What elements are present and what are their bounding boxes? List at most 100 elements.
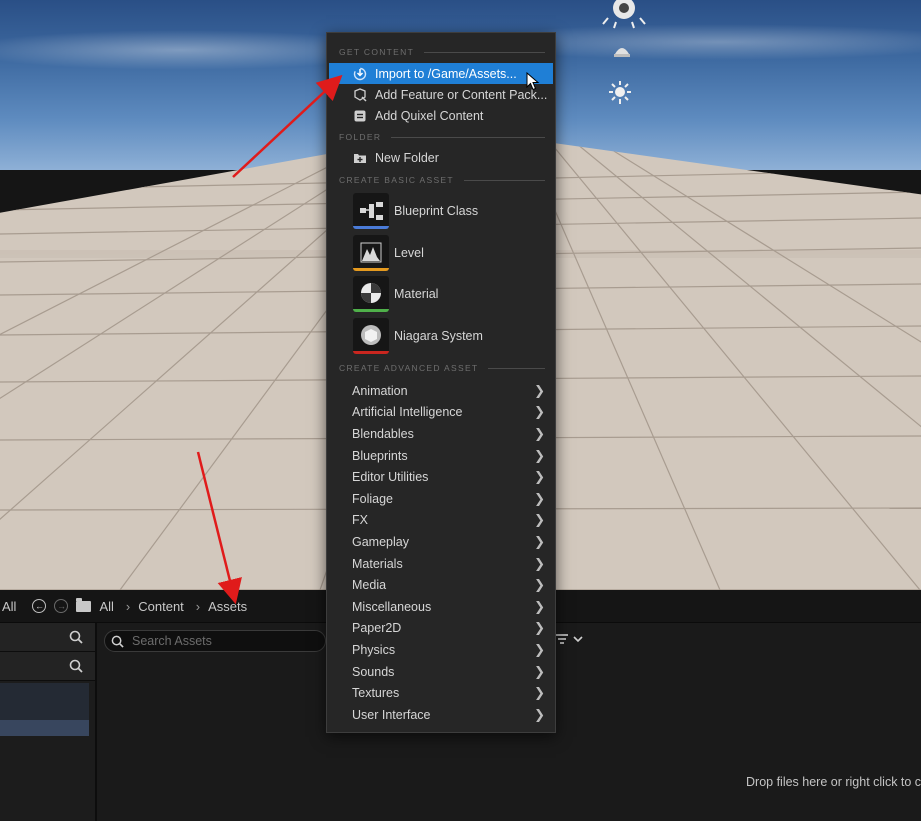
level-menu-item[interactable]: Level	[327, 233, 555, 273]
submenu-blueprints[interactable]: Blueprints ❯	[327, 445, 555, 467]
chevron-right-icon: ❯	[534, 533, 545, 549]
chevron-right-icon: ❯	[534, 685, 545, 701]
breadcrumb-content[interactable]: Content	[138, 599, 184, 614]
search-icon	[111, 635, 124, 648]
favorites-search-row[interactable]	[0, 623, 95, 652]
chevron-right-icon: ❯	[534, 641, 545, 657]
divider	[391, 136, 545, 138]
section-create-basic-asset-label: CREATE BASIC ASSET	[339, 175, 454, 185]
blueprint-class-icon	[353, 193, 389, 229]
niagara-system-menu-item[interactable]: Niagara System	[327, 316, 555, 356]
back-icon[interactable]: ←	[32, 599, 47, 613]
chevron-right-icon: ›	[125, 598, 131, 614]
chevron-right-icon: ❯	[534, 598, 545, 614]
filter-button[interactable]	[555, 633, 583, 645]
folder-icon[interactable]	[76, 597, 92, 612]
chevron-right-icon: ❯	[534, 447, 545, 463]
divider	[424, 51, 545, 53]
folders-search-row[interactable]	[0, 652, 95, 681]
search-assets-box[interactable]	[104, 630, 326, 652]
directional-light-icon[interactable]	[608, 80, 632, 111]
search-icon[interactable]	[69, 630, 83, 644]
submenu-materials[interactable]: Materials ❯	[327, 553, 555, 575]
submenu-label: Media	[352, 578, 387, 593]
folder-tree-item-selected[interactable]	[0, 720, 89, 736]
submenu-label: Blueprints	[352, 448, 408, 463]
submenu-label: Foliage	[352, 491, 393, 506]
submenu-label: Textures	[352, 686, 400, 701]
submenu-label: Editor Utilities	[352, 470, 429, 485]
sources-panel	[0, 623, 97, 821]
import-menu-item[interactable]: Import to /Game/Assets...	[329, 63, 553, 84]
add-quixel-menu-item[interactable]: Add Quixel Content	[327, 105, 555, 126]
new-folder-label: New Folder	[375, 150, 439, 165]
submenu-editor-utilities[interactable]: Editor Utilities ❯	[327, 466, 555, 488]
blueprint-class-menu-item[interactable]: Blueprint Class	[327, 191, 555, 231]
chevron-right-icon: ❯	[534, 663, 545, 679]
submenu-user-interface[interactable]: User Interface ❯	[327, 704, 555, 726]
search-assets-input[interactable]	[130, 633, 314, 649]
submenu-foliage[interactable]: Foliage ❯	[327, 488, 555, 510]
import-label: Import to /Game/Assets...	[375, 66, 517, 81]
level-label: Level	[394, 246, 424, 260]
submenu-label: Sounds	[352, 664, 395, 679]
filter-icon	[556, 634, 568, 644]
submenu-label: User Interface	[352, 707, 431, 722]
chevron-right-icon: ❯	[534, 706, 545, 722]
submenu-animation[interactable]: Animation ❯	[327, 380, 555, 402]
divider	[463, 179, 545, 181]
chevron-right-icon: ❯	[534, 620, 545, 636]
atmosphere-icon[interactable]	[612, 40, 632, 65]
feature-pack-icon	[353, 87, 367, 102]
submenu-media[interactable]: Media ❯	[327, 574, 555, 596]
submenu-textures[interactable]: Textures ❯	[327, 682, 555, 704]
submenu-label: Animation	[352, 383, 408, 398]
blueprint-class-label: Blueprint Class	[394, 204, 479, 218]
new-folder-menu-item[interactable]: New Folder	[327, 147, 555, 168]
folder-tree-item[interactable]	[0, 683, 89, 720]
chevron-right-icon: ❯	[534, 404, 545, 420]
submenu-label: Physics	[352, 642, 396, 657]
submenu-label: Gameplay	[352, 534, 409, 549]
chevron-down-icon	[573, 636, 583, 643]
submenu-sounds[interactable]: Sounds ❯	[327, 661, 555, 683]
quixel-icon	[353, 109, 367, 123]
chevron-right-icon: ❯	[534, 469, 545, 485]
section-create-advanced-asset-label: CREATE ADVANCED ASSET	[339, 363, 479, 373]
drop-hint: Drop files here or right click to c	[746, 775, 921, 789]
submenu-physics[interactable]: Physics ❯	[327, 639, 555, 661]
section-create-basic-asset: CREATE BASIC ASSET	[339, 173, 545, 187]
submenu-label: FX	[352, 513, 368, 528]
add-context-menu: GET CONTENT Import to /Game/Assets... Ad…	[326, 32, 556, 733]
section-get-content-label: GET CONTENT	[339, 47, 415, 57]
chevron-right-icon: ❯	[534, 512, 545, 528]
level-icon	[353, 235, 389, 271]
new-folder-icon	[353, 151, 367, 165]
submenu-fx[interactable]: FX ❯	[327, 510, 555, 532]
forward-icon[interactable]: →	[54, 599, 69, 613]
chevron-right-icon: ❯	[534, 382, 545, 398]
import-icon	[353, 67, 367, 81]
submenu-label: Miscellaneous	[352, 599, 432, 614]
chevron-right-icon: ❯	[534, 425, 545, 441]
submenu-miscellaneous[interactable]: Miscellaneous ❯	[327, 596, 555, 618]
add-feature-menu-item[interactable]: Add Feature or Content Pack...	[327, 84, 555, 105]
material-menu-item[interactable]: Material	[327, 274, 555, 314]
breadcrumb-assets[interactable]: Assets	[208, 599, 247, 614]
search-icon[interactable]	[69, 659, 83, 673]
material-label: Material	[394, 287, 439, 301]
section-folder-label: FOLDER	[339, 132, 382, 142]
sky-light-icon[interactable]	[600, 0, 648, 35]
submenu-artificial-intelligence[interactable]: Artificial Intelligence ❯	[327, 402, 555, 424]
submenu-label: Artificial Intelligence	[352, 405, 463, 420]
chevron-right-icon: ›	[195, 598, 201, 614]
submenu-gameplay[interactable]: Gameplay ❯	[327, 531, 555, 553]
submenu-label: Paper2D	[352, 621, 402, 636]
breadcrumb-all[interactable]: All	[99, 599, 113, 614]
section-folder: FOLDER	[339, 130, 545, 144]
submenu-paper2d[interactable]: Paper2D ❯	[327, 618, 555, 640]
section-create-advanced-asset: CREATE ADVANCED ASSET	[339, 361, 545, 375]
submenu-blendables[interactable]: Blendables ❯	[327, 423, 555, 445]
niagara-system-label: Niagara System	[394, 329, 483, 343]
all-label[interactable]: All	[2, 599, 16, 614]
